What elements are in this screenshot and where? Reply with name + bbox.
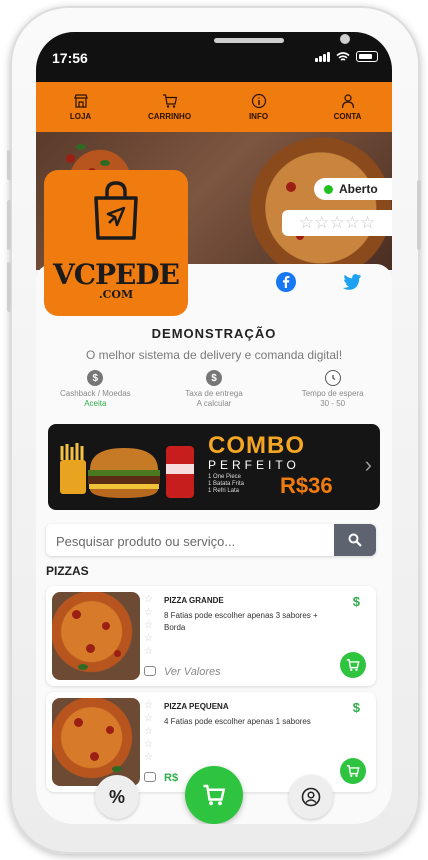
nav-label: CARRINHO xyxy=(147,112,192,121)
banner-combo-title: COMBO xyxy=(208,432,305,459)
banner-items: 1 One Piece 1 Batata Frita 1 Refri Lata xyxy=(208,474,244,495)
nav-label: CONTA xyxy=(333,112,362,121)
info-wait-time: Tempo de espera 30 - 50 xyxy=(278,370,388,408)
nav-carrinho[interactable]: CARRINHO xyxy=(135,93,205,121)
pizza-topping xyxy=(90,752,99,761)
cart-icon xyxy=(203,784,226,806)
logo-brand-text: VCPEDE xyxy=(52,258,180,291)
product-price-symbol: $ xyxy=(352,594,360,609)
store-rating[interactable]: ☆☆☆☆☆ xyxy=(282,210,392,236)
app-screen: 17:56 LOJA CARRINHO INFO CONTA Aberto ☆☆… xyxy=(36,32,392,824)
open-status-label: Aberto xyxy=(339,182,378,196)
nav-info[interactable]: INFO xyxy=(224,93,294,121)
pizza-topping xyxy=(286,182,296,192)
banner-item: 1 Batata Frita xyxy=(208,481,245,487)
shopping-bag-icon xyxy=(94,181,138,240)
store-icon xyxy=(73,94,88,108)
pizza-topping xyxy=(106,726,114,734)
product-rating: ☆ ☆ ☆ ☆ ☆ xyxy=(144,594,153,657)
product-description: 4 Fatias pode escolher apenas 1 sabores xyxy=(164,717,311,726)
cart-icon xyxy=(346,659,360,671)
info-value: A calcular xyxy=(196,399,232,408)
banner-item: 1 One Piece xyxy=(208,474,242,480)
status-time: 17:56 xyxy=(52,50,88,66)
dollar-icon: $ xyxy=(87,370,104,386)
open-status-badge: Aberto xyxy=(314,178,392,200)
nav-label: LOJA xyxy=(69,112,92,121)
info-title: Cashback / Moedas xyxy=(59,389,131,398)
side-button-mute xyxy=(7,150,11,180)
wifi-icon xyxy=(336,51,350,61)
pizza-topping xyxy=(66,154,75,163)
facebook-icon[interactable] xyxy=(276,272,296,292)
product-title: PIZZA PEQUENA xyxy=(164,702,229,711)
signal-icon xyxy=(315,51,330,62)
chevron-right-icon[interactable]: › xyxy=(365,452,372,478)
search-input[interactable] xyxy=(54,524,328,558)
comment-icon xyxy=(144,666,156,676)
pizza-topping xyxy=(86,644,95,653)
side-button-power xyxy=(417,180,421,250)
front-camera xyxy=(340,34,350,44)
banner-price: R$36 xyxy=(280,473,333,498)
basil-leaf xyxy=(78,664,88,670)
side-button-volume-down xyxy=(7,262,11,312)
combo-promo-banner[interactable]: COMBO PERFEITO 1 One Piece 1 Batata Frit… xyxy=(48,424,380,510)
top-nav: LOJA CARRINHO INFO CONTA xyxy=(36,82,392,132)
store-info-row: $ Cashback / Moedas Aceita $ Taxa de ent… xyxy=(36,370,392,408)
user-circle-icon xyxy=(301,787,321,807)
search-bar xyxy=(46,524,376,558)
product-title: PIZZA GRANDE xyxy=(164,596,224,605)
pizza-topping xyxy=(72,610,81,619)
banner-combo-subtitle: PERFEITO xyxy=(208,458,300,472)
open-dot-icon xyxy=(324,184,333,194)
basil-leaf xyxy=(100,160,110,166)
product-view-prices[interactable]: Ver Valores xyxy=(164,666,221,678)
burger-combo-image xyxy=(60,443,194,498)
banner-item: 1 Refri Lata xyxy=(208,488,240,494)
product-card[interactable]: ☆ ☆ ☆ ☆ ☆ PIZZA GRANDE 8 Fatias pode escolhe… xyxy=(46,586,376,686)
nav-conta[interactable]: CONTA xyxy=(313,93,383,121)
product-price-symbol: $ xyxy=(352,700,360,715)
info-title: Tempo de espera xyxy=(301,389,364,398)
info-value: 30 - 50 xyxy=(320,399,346,408)
pizza-topping xyxy=(114,650,121,657)
nav-loja[interactable]: LOJA xyxy=(46,93,116,121)
search-button[interactable] xyxy=(334,524,376,556)
info-value: Aceita xyxy=(84,399,107,408)
battery-icon xyxy=(356,51,378,62)
nav-label: INFO xyxy=(248,112,269,121)
category-title: PIZZAS xyxy=(46,564,89,578)
pizza-topping xyxy=(74,718,83,727)
search-icon xyxy=(348,533,362,547)
user-icon xyxy=(341,94,354,109)
phone-notch xyxy=(116,32,350,62)
info-delivery-fee: $ Taxa de entrega A calcular xyxy=(159,370,269,408)
status-icons xyxy=(315,51,378,62)
info-cashback: $ Cashback / Moedas Aceita xyxy=(40,370,150,408)
twitter-icon[interactable] xyxy=(342,272,362,292)
side-button-volume-up xyxy=(7,200,11,250)
product-image xyxy=(52,592,140,680)
store-description: O melhor sistema de delivery e comanda d… xyxy=(85,348,343,362)
product-description: 8 Fatias pode escolher apenas 3 sabores … xyxy=(164,611,318,632)
speaker xyxy=(214,38,284,43)
dollar-icon: $ xyxy=(205,370,222,386)
bottom-action-bar: % xyxy=(36,766,392,824)
basil-leaf xyxy=(76,144,86,150)
product-rating: ☆ ☆ ☆ ☆ ☆ xyxy=(144,700,153,763)
info-title: Taxa de entrega xyxy=(185,389,243,398)
clock-icon xyxy=(324,370,341,386)
logo-domain-text: .COM xyxy=(98,288,134,301)
store-name: DEMONSTRAÇÃO xyxy=(151,326,277,341)
discount-button[interactable]: % xyxy=(95,775,139,819)
pizza-topping xyxy=(102,622,110,630)
info-icon xyxy=(251,93,266,109)
open-cart-button[interactable] xyxy=(185,766,243,824)
add-to-cart-button[interactable] xyxy=(340,652,366,678)
account-button[interactable] xyxy=(289,775,333,819)
store-logo: VCPEDE .COM xyxy=(44,170,188,316)
cart-icon xyxy=(162,94,177,108)
